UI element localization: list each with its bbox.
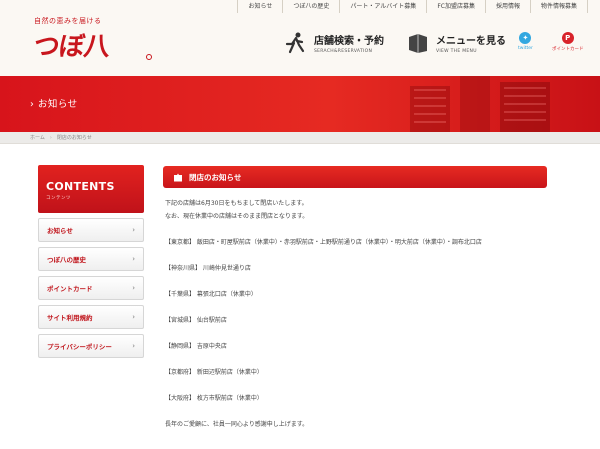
breadcrumb: ホーム › 閉店のお知らせ	[0, 132, 600, 144]
sidebar-item-label: サイト利用規約	[47, 314, 93, 322]
twitter-icon: ✦	[519, 32, 532, 44]
sidebar: CONTENTS コンテンツ お知らせ › つぼ八の歴史 › ポイントカード ›…	[38, 165, 144, 358]
notice-closing: 長年のご愛顧に、社員一同心より感謝申し上げます。	[165, 421, 309, 428]
topnav-property[interactable]: 物件情報募集	[529, 0, 588, 13]
site-logo[interactable]: つぼ八	[32, 26, 111, 63]
store-line-miyagi: 【宮城県】 仙台駅前店	[165, 317, 227, 324]
chevron-right-icon: ›	[132, 255, 135, 263]
menu-book-icon	[409, 34, 427, 53]
store-line-kanagawa: 【神奈川県】 川崎仲見世通り店	[165, 265, 251, 272]
main-content: 閉店のお知らせ 下記の店舗は6月30日をもちまして閉店いたします。 なお、現在休…	[163, 166, 547, 431]
sidebar-header: CONTENTS コンテンツ	[38, 165, 144, 213]
store-line-osaka: 【大阪府】 枚方市駅前店（休業中）	[165, 395, 263, 402]
sidebar-item-history[interactable]: つぼ八の歴史 ›	[38, 247, 144, 271]
sidebar-item-news[interactable]: お知らせ ›	[38, 218, 144, 242]
topnav-history[interactable]: つぼ八の歴史	[282, 0, 339, 13]
sidebar-subtitle: コンテンツ	[46, 196, 71, 201]
notice-body: 下記の店舗は6月30日をもちまして閉店いたします。 なお、現在休業中の店舗はその…	[163, 197, 547, 431]
site-header: 自然の恵みを届ける つぼ八 お知らせ つぼ八の歴史 パート・アルバイト募集 FC…	[0, 0, 600, 76]
point-card-link[interactable]: P ポイントカード	[552, 32, 584, 52]
store-line-kyoto: 【京都府】 新田辺駅前店（休業中）	[165, 369, 263, 376]
lantern-decoration-icon	[410, 76, 550, 132]
sidebar-item-label: プライバシーポリシー	[47, 343, 112, 351]
store-search-button[interactable]: 店舗検索・予約 SERACH&RESERVATION	[284, 28, 396, 58]
point-card-icon: P	[561, 32, 574, 44]
sidebar-item-label: ポイントカード	[47, 285, 93, 293]
topnav-news[interactable]: お知らせ	[237, 0, 282, 13]
notice-intro: 下記の店舗は6月30日をもちまして閉店いたします。	[165, 200, 308, 207]
breadcrumb-home[interactable]: ホーム	[30, 134, 45, 141]
store-search-sublabel: SERACH&RESERVATION	[314, 49, 373, 54]
topnav-franchise[interactable]: FC加盟店募集	[426, 0, 485, 13]
page-title: › お知らせ	[30, 96, 78, 110]
page-title-text: お知らせ	[37, 99, 78, 110]
notice-tag-icon	[174, 173, 182, 181]
view-menu-label: メニューを見る	[436, 36, 506, 47]
store-line-tokyo: 【東京都】 飯田店・町屋駅前店（休業中）・赤羽駅前店・上野駅前通り店（休業中）・…	[165, 239, 482, 246]
chevron-right-icon: ›	[30, 99, 35, 110]
breadcrumb-separator-icon: ›	[49, 134, 52, 141]
logo-tagline: 自然の恵みを届ける	[34, 17, 102, 25]
chevron-right-icon: ›	[132, 284, 135, 292]
topnav-recruit[interactable]: 採用情報	[484, 0, 530, 13]
store-line-shizuoka: 【静岡県】 吉原中央店	[165, 343, 227, 350]
sidebar-item-terms[interactable]: サイト利用規約 ›	[38, 305, 144, 329]
registered-mark-icon	[146, 54, 152, 60]
chevron-right-icon: ›	[132, 226, 135, 234]
store-search-label: 店舗検索・予約	[314, 36, 384, 47]
notice-intro: なお、現在休業中の店舗はそのまま閉店となります。	[165, 213, 309, 220]
topnav-part-time[interactable]: パート・アルバイト募集	[339, 0, 426, 13]
sidebar-item-label: お知らせ	[47, 227, 73, 235]
sidebar-item-privacy[interactable]: プライバシーポリシー ›	[38, 334, 144, 358]
store-line-chiba: 【千葉県】 幕張北口店（休業中）	[165, 291, 257, 298]
view-menu-sublabel: VIEW THE MENU	[436, 49, 477, 54]
notice-title: 閉店のお知らせ	[189, 172, 242, 182]
chevron-right-icon: ›	[132, 342, 135, 350]
sidebar-item-point-card[interactable]: ポイントカード ›	[38, 276, 144, 300]
point-card-label: ポイントカード	[552, 47, 584, 52]
chevron-right-icon: ›	[132, 313, 135, 321]
sidebar-item-label: つぼ八の歴史	[47, 256, 86, 264]
twitter-link[interactable]: ✦ twitter	[518, 32, 533, 51]
notice-title-bar: 閉店のお知らせ	[163, 166, 547, 188]
page-title-band	[0, 76, 600, 132]
sidebar-title: CONTENTS	[46, 180, 115, 193]
runner-icon	[285, 32, 305, 54]
view-menu-button[interactable]: メニューを見る VIEW THE MENU	[406, 28, 506, 58]
breadcrumb-current: 閉店のお知らせ	[56, 135, 92, 141]
top-nav: お知らせ つぼ八の歴史 パート・アルバイト募集 FC加盟店募集 採用情報 物件情…	[237, 0, 588, 13]
twitter-label: twitter	[518, 46, 533, 51]
